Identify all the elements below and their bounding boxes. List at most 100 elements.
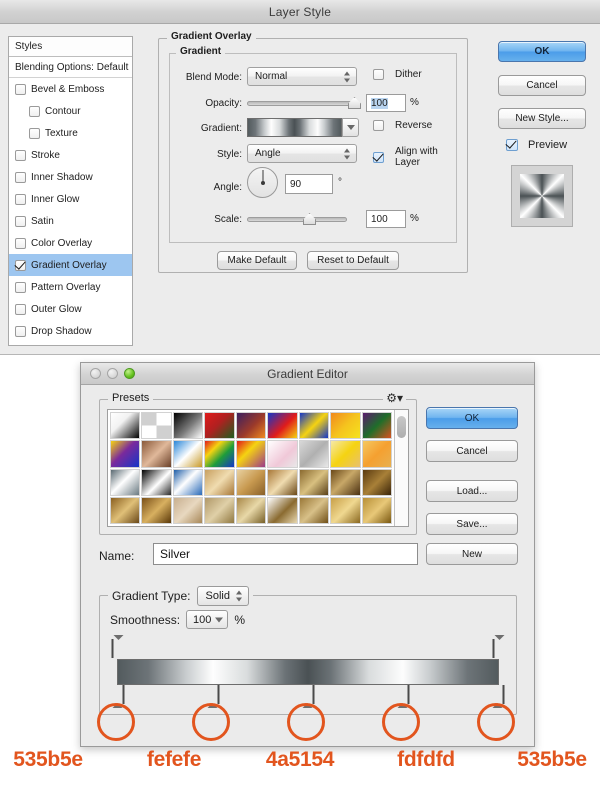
style-row-texture[interactable]: Texture xyxy=(9,122,132,144)
opacity-slider-track[interactable] xyxy=(247,101,357,106)
preset-swatch[interactable] xyxy=(298,496,330,524)
preset-swatch[interactable] xyxy=(204,412,235,440)
preset-swatch[interactable] xyxy=(204,468,235,496)
preset-swatch[interactable] xyxy=(141,440,172,468)
dither-row[interactable]: Dither xyxy=(373,69,422,80)
scale-slider-thumb[interactable] xyxy=(303,213,316,225)
preset-swatch[interactable] xyxy=(235,496,267,524)
preview-row[interactable]: Preview xyxy=(506,139,567,151)
checkbox-contour[interactable] xyxy=(29,105,40,117)
style-row-pattern-overlay[interactable]: Pattern Overlay xyxy=(9,276,132,298)
layer-style-cancel-button[interactable]: Cancel xyxy=(498,75,586,96)
scale-slider-track[interactable] xyxy=(247,217,347,222)
align-with-layer-row[interactable]: Align with Layer xyxy=(373,146,456,168)
preset-swatch[interactable] xyxy=(330,412,361,440)
smoothness-select[interactable]: 100 xyxy=(186,610,229,629)
preset-swatch[interactable] xyxy=(361,440,392,468)
preset-swatch[interactable] xyxy=(110,440,141,468)
checkbox-align-with-layer[interactable] xyxy=(373,151,384,163)
checkbox-reverse[interactable] xyxy=(373,120,384,131)
blend-mode-select[interactable]: Normal xyxy=(247,67,357,86)
preset-swatch[interactable] xyxy=(267,468,298,496)
preset-swatch[interactable] xyxy=(298,412,330,440)
scale-input[interactable]: 100 xyxy=(366,210,406,228)
color-stop-4[interactable] xyxy=(397,685,410,708)
style-row-color-overlay[interactable]: Color Overlay xyxy=(9,232,132,254)
gradient-preview-swatch[interactable] xyxy=(247,118,342,137)
preset-swatch[interactable] xyxy=(298,440,330,468)
style-select[interactable]: Angle xyxy=(247,144,357,163)
gradient-name-input[interactable]: Silver xyxy=(153,543,418,565)
preset-swatch[interactable] xyxy=(110,468,141,496)
layer-style-ok-button[interactable]: OK xyxy=(498,41,586,62)
checkbox-inner-glow[interactable] xyxy=(15,193,26,205)
close-button-icon[interactable] xyxy=(90,368,101,379)
new-style-button[interactable]: New Style... xyxy=(498,108,586,129)
preset-swatch[interactable] xyxy=(172,468,204,496)
checkbox-pattern-overlay[interactable] xyxy=(15,281,26,293)
zoom-button-icon[interactable] xyxy=(124,368,135,379)
opacity-input[interactable]: 100 xyxy=(366,94,406,112)
preset-swatch[interactable] xyxy=(361,496,392,524)
make-default-button[interactable]: Make Default xyxy=(217,251,297,270)
style-row-inner-shadow[interactable]: Inner Shadow xyxy=(9,166,132,188)
preset-swatch[interactable] xyxy=(235,412,267,440)
checkbox-texture[interactable] xyxy=(29,127,40,139)
preset-swatch[interactable] xyxy=(330,496,361,524)
reset-to-default-button[interactable]: Reset to Default xyxy=(307,251,399,270)
gradient-editor-cancel-button[interactable]: Cancel xyxy=(426,440,518,462)
preset-swatch[interactable] xyxy=(267,496,298,524)
style-row-contour[interactable]: Contour xyxy=(9,100,132,122)
blending-options-row[interactable]: Blending Options: Default xyxy=(9,57,132,78)
angle-input[interactable]: 90 xyxy=(285,174,333,194)
preset-swatch[interactable] xyxy=(141,412,172,440)
gradient-picker-dropdown[interactable] xyxy=(342,118,359,137)
gradient-editor-ok-button[interactable]: OK xyxy=(426,407,518,429)
preset-swatch[interactable] xyxy=(110,496,141,524)
preset-swatch[interactable] xyxy=(267,440,298,468)
preset-swatch[interactable] xyxy=(235,468,267,496)
style-row-drop-shadow[interactable]: Drop Shadow xyxy=(9,320,132,342)
preset-swatch[interactable] xyxy=(172,496,204,524)
preset-swatch[interactable] xyxy=(204,440,235,468)
style-row-inner-glow[interactable]: Inner Glow xyxy=(9,188,132,210)
style-row-bevel-emboss[interactable]: Bevel & Emboss xyxy=(9,78,132,100)
checkbox-bevel-emboss[interactable] xyxy=(15,83,26,95)
save-button[interactable]: Save... xyxy=(426,513,518,535)
color-stop-3[interactable] xyxy=(302,685,315,708)
gradient-type-select[interactable]: Solid xyxy=(196,586,249,606)
preset-swatch[interactable] xyxy=(298,468,330,496)
checkbox-drop-shadow[interactable] xyxy=(15,325,26,337)
checkbox-stroke[interactable] xyxy=(15,149,26,161)
presets-scrollbar[interactable] xyxy=(394,410,408,526)
preset-swatch-grid[interactable] xyxy=(108,410,394,526)
reverse-row[interactable]: Reverse xyxy=(373,120,432,131)
preset-swatch[interactable] xyxy=(330,440,361,468)
angle-dial[interactable] xyxy=(247,167,278,198)
opacity-stop-right[interactable] xyxy=(492,635,505,658)
gradient-bar[interactable] xyxy=(117,659,499,685)
checkbox-preview[interactable] xyxy=(506,139,518,151)
opacity-slider-thumb[interactable] xyxy=(348,97,361,109)
color-stop-1[interactable] xyxy=(112,685,125,708)
preset-swatch[interactable] xyxy=(172,412,204,440)
color-stop-2[interactable] xyxy=(207,685,220,708)
preset-swatch[interactable] xyxy=(204,496,235,524)
preset-swatch[interactable] xyxy=(235,440,267,468)
checkbox-outer-glow[interactable] xyxy=(15,303,26,315)
preset-swatch[interactable] xyxy=(267,412,298,440)
checkbox-color-overlay[interactable] xyxy=(15,237,26,249)
preset-swatch[interactable] xyxy=(361,468,392,496)
preset-swatch[interactable] xyxy=(141,468,172,496)
preset-swatch[interactable] xyxy=(330,468,361,496)
load-button[interactable]: Load... xyxy=(426,480,518,502)
gear-icon[interactable]: ⚙▾ xyxy=(383,391,406,405)
preset-swatch[interactable] xyxy=(110,412,141,440)
minimize-button-icon[interactable] xyxy=(107,368,118,379)
checkbox-gradient-overlay[interactable] xyxy=(15,259,26,271)
scrollbar-thumb[interactable] xyxy=(397,416,406,438)
preset-swatch[interactable] xyxy=(172,440,204,468)
opacity-stop-left[interactable] xyxy=(111,635,124,658)
new-button[interactable]: New xyxy=(426,543,518,565)
checkbox-dither[interactable] xyxy=(373,69,384,80)
